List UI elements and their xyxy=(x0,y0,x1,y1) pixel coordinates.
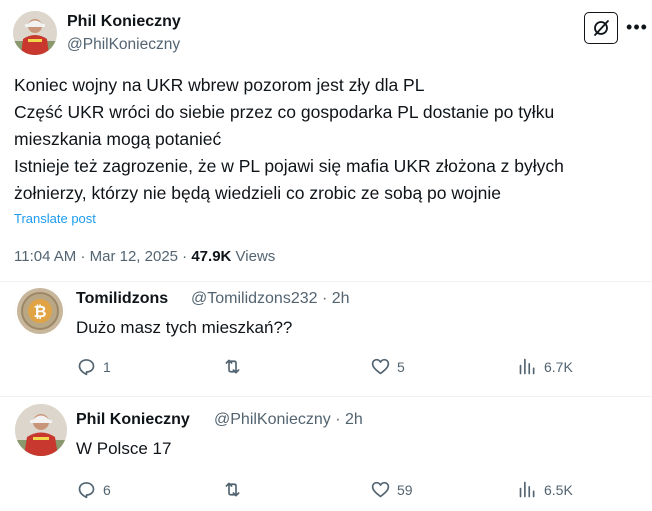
reply-button[interactable]: 1 xyxy=(76,356,111,377)
grok-button[interactable] xyxy=(584,12,618,44)
views-count: 6.5K xyxy=(544,481,573,498)
more-button[interactable]: ••• xyxy=(626,15,648,39)
like-count: 5 xyxy=(397,358,405,375)
reply-author-name[interactable]: Phil Konieczny xyxy=(76,410,190,430)
repost-button[interactable] xyxy=(222,479,249,500)
views-count: 6.7K xyxy=(544,358,573,375)
reply-text: Dużo masz tych mieszkań?? xyxy=(76,318,293,337)
reply-author-handle[interactable]: @PhilKonieczny · 2h xyxy=(214,410,363,430)
post-line: mieszkania mogą potanieć xyxy=(14,129,222,149)
post-line: Istnieje też zagrozenie, że w PL pojawi … xyxy=(14,156,564,176)
views-icon xyxy=(519,481,535,498)
post-meta: 11:04 AM · Mar 12, 2025 · 47.9K Views xyxy=(14,248,276,265)
divider xyxy=(0,396,652,397)
like-icon xyxy=(371,358,390,375)
repost-button[interactable] xyxy=(222,356,249,377)
post-line: żołnierzy, którzy nie będą wiedzieli co … xyxy=(14,183,502,203)
reply-icon xyxy=(78,482,95,499)
reply-age: 2h xyxy=(344,411,363,428)
like-icon xyxy=(371,481,390,498)
views-button[interactable]: 6.5K xyxy=(517,479,573,500)
reply-avatar[interactable] xyxy=(15,404,67,456)
like-button[interactable]: 5 xyxy=(370,356,405,377)
grok-icon xyxy=(594,20,609,36)
views-icon xyxy=(519,358,535,375)
views-label: Views xyxy=(235,248,276,265)
post-text: Koniec wojny na UKR wbrew pozorom jest z… xyxy=(14,72,644,207)
reply-text: W Polsce 17 xyxy=(76,439,172,458)
translate-post-link[interactable]: Translate post xyxy=(14,211,96,226)
divider xyxy=(0,281,652,282)
reply-count: 6 xyxy=(103,481,111,498)
reply-author-handle[interactable]: @Tomilidzons232 · 2h xyxy=(191,289,350,309)
repost-icon xyxy=(225,482,240,497)
post-time[interactable]: 11:04 AM xyxy=(14,248,76,265)
more-icon: ••• xyxy=(626,16,648,37)
svg-text:₿: ₿ xyxy=(33,302,46,321)
post-line: Część UKR wróci do siebie przez co gospo… xyxy=(14,102,555,122)
reply-age: 2h xyxy=(331,290,350,307)
like-button[interactable]: 59 xyxy=(370,479,413,500)
post-line: Koniec wojny na UKR wbrew pozorom jest z… xyxy=(14,75,425,95)
author-name[interactable]: Phil Konieczny xyxy=(67,13,181,31)
reply-icon xyxy=(78,359,95,376)
author-avatar[interactable] xyxy=(13,11,57,55)
views-count: 47.9K xyxy=(191,248,232,265)
like-count: 59 xyxy=(397,481,413,498)
author-handle[interactable]: @PhilKonieczny xyxy=(67,36,180,54)
repost-icon xyxy=(225,359,240,374)
reply-author-name[interactable]: Tomilidzons xyxy=(76,289,168,309)
views-button[interactable]: 6.7K xyxy=(517,356,573,377)
post-date[interactable]: Mar 12, 2025 xyxy=(90,248,178,265)
reply-avatar[interactable]: ₿ xyxy=(15,286,65,336)
reply-count: 1 xyxy=(103,358,111,375)
reply-button[interactable]: 6 xyxy=(76,479,111,500)
